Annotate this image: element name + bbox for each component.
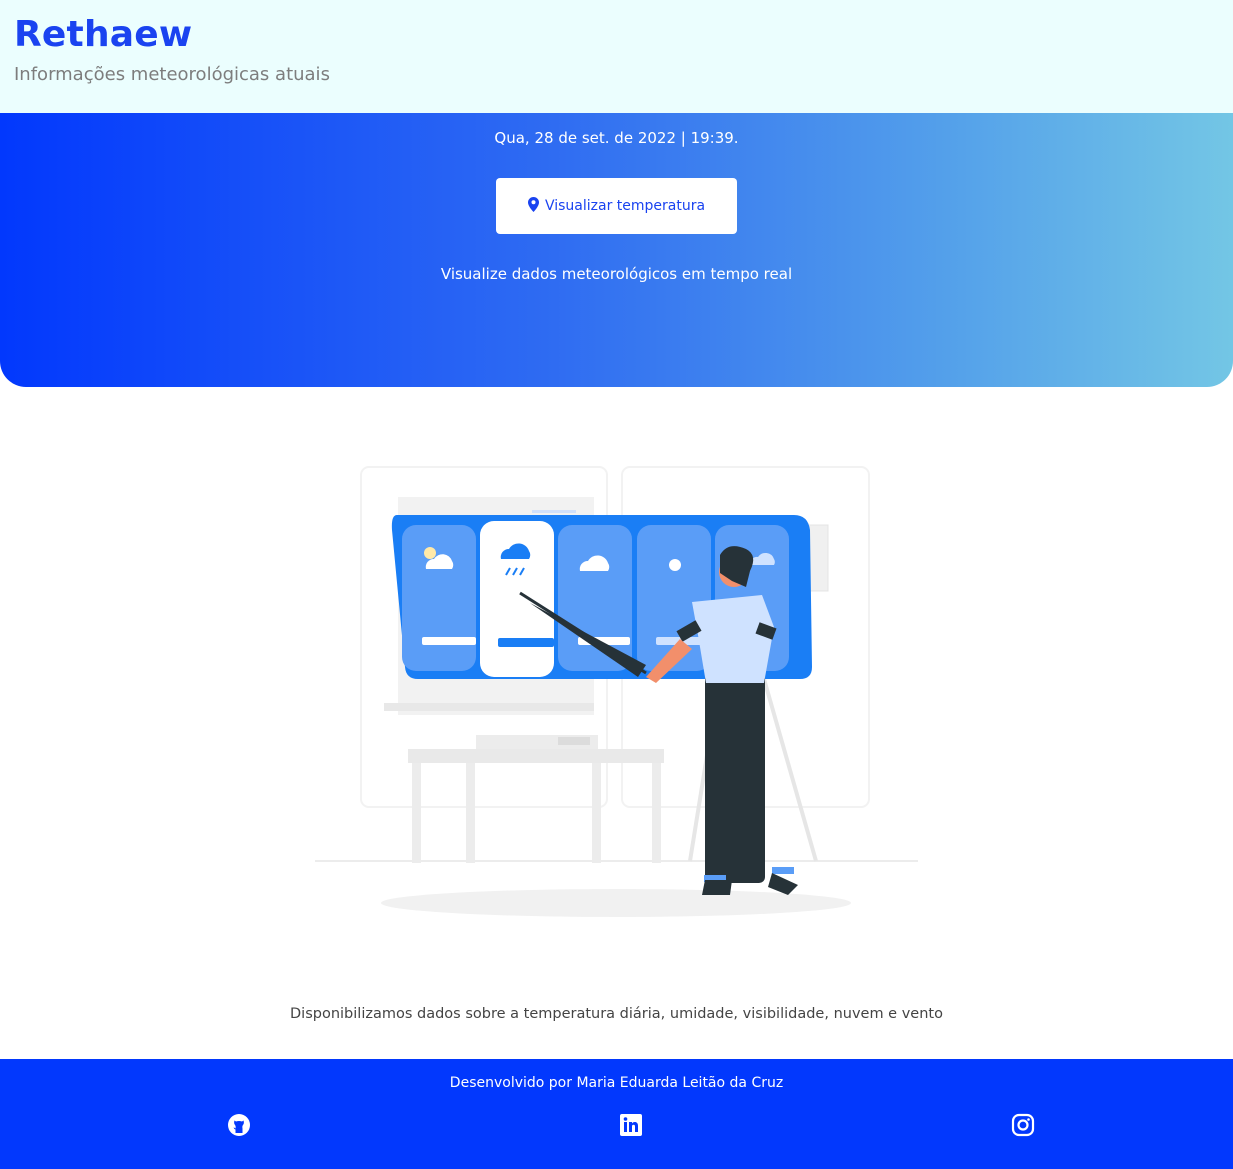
site-footer: Desenvolvido por Maria Eduarda Leitão da… <box>0 1059 1233 1169</box>
current-datetime: Qua, 28 de set. de 2022 | 19:39. <box>494 129 739 147</box>
weather-dashboard-illustration <box>300 455 930 925</box>
instagram-icon[interactable] <box>1009 1111 1037 1139</box>
brand-title[interactable]: Rethaew <box>14 14 192 55</box>
features-description: Disponibilizamos dados sobre a temperatu… <box>290 1006 943 1022</box>
view-temperature-label: Visualizar temperatura <box>544 198 706 214</box>
site-header: Rethaew Informações meteorológicas atuai… <box>0 0 1233 113</box>
developer-credit: Desenvolvido por Maria Eduarda Leitão da… <box>449 1075 784 1091</box>
hero-subtitle: Visualize dados meteorológicos em tempo … <box>440 265 793 283</box>
github-icon[interactable] <box>225 1111 253 1139</box>
brand-tagline: Informações meteorológicas atuais <box>14 64 330 85</box>
linkedin-icon[interactable] <box>617 1111 645 1139</box>
hero-banner: Qua, 28 de set. de 2022 | 19:39. Visuali… <box>0 113 1233 387</box>
location-pin-icon <box>527 196 539 216</box>
view-temperature-button[interactable]: Visualizar temperatura <box>496 178 737 234</box>
